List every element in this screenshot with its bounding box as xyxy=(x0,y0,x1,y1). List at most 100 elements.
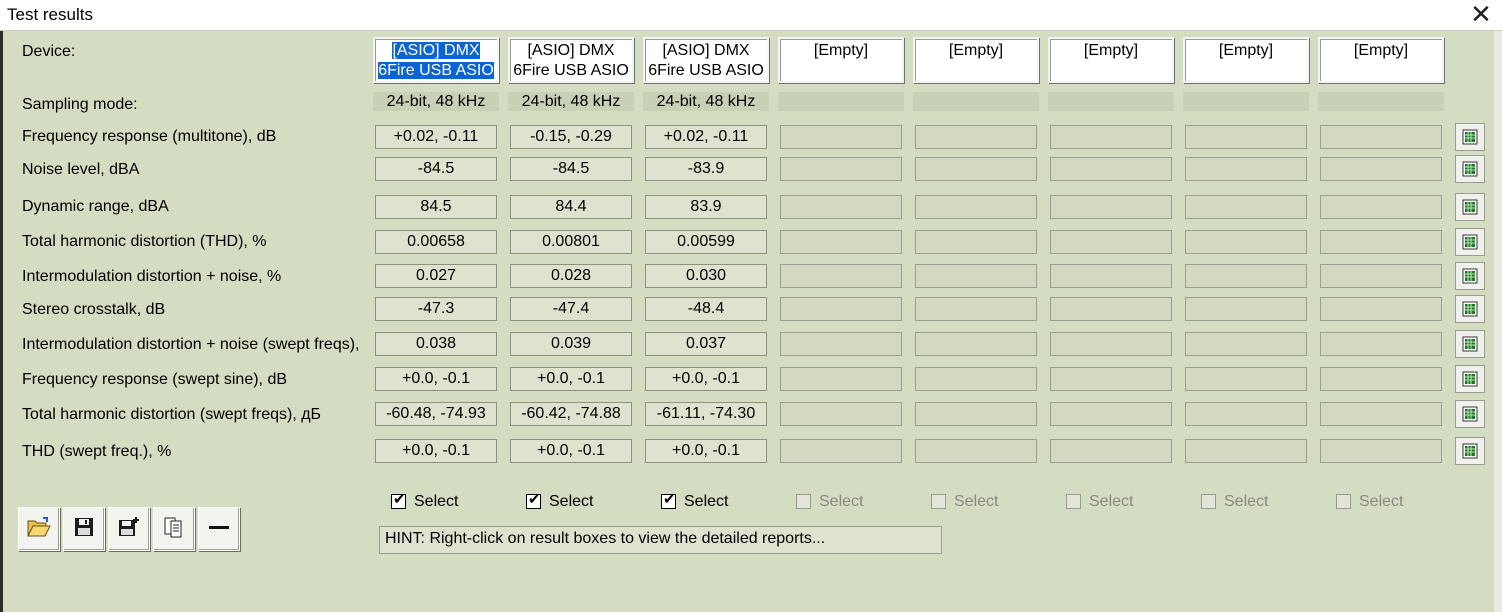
select-checkbox[interactable]: ✔ Select xyxy=(526,492,593,511)
result-cell[interactable] xyxy=(1050,402,1172,426)
result-cell[interactable] xyxy=(1320,157,1442,181)
result-cell[interactable] xyxy=(1320,230,1442,254)
result-cell[interactable]: 83.9 xyxy=(645,195,767,219)
result-cell[interactable] xyxy=(780,367,902,391)
result-cell[interactable] xyxy=(915,125,1037,149)
result-cell[interactable]: 84.4 xyxy=(510,195,632,219)
result-cell[interactable]: +0.0, -0.1 xyxy=(510,367,632,391)
result-cell[interactable] xyxy=(1185,297,1307,321)
result-cell[interactable]: +0.0, -0.1 xyxy=(645,367,767,391)
result-cell[interactable]: 0.030 xyxy=(645,264,767,288)
result-cell[interactable]: -0.15, -0.29 xyxy=(510,125,632,149)
result-cell[interactable]: -48.4 xyxy=(645,297,767,321)
result-cell[interactable] xyxy=(1185,157,1307,181)
device-box[interactable]: [Empty] xyxy=(1318,37,1444,83)
save-button[interactable] xyxy=(63,507,105,551)
result-cell[interactable] xyxy=(1050,195,1172,219)
result-cell[interactable] xyxy=(915,332,1037,356)
result-cell[interactable] xyxy=(1185,439,1307,463)
result-cell[interactable] xyxy=(780,297,902,321)
result-cell[interactable]: -84.5 xyxy=(375,157,497,181)
result-cell[interactable] xyxy=(1185,367,1307,391)
graph-button[interactable] xyxy=(1455,365,1485,393)
select-checkbox[interactable]: Select xyxy=(1336,493,1403,511)
result-cell[interactable]: 0.00599 xyxy=(645,230,767,254)
result-cell[interactable] xyxy=(1050,367,1172,391)
device-box[interactable]: [Empty] xyxy=(1183,37,1309,83)
result-cell[interactable] xyxy=(780,125,902,149)
copy-button[interactable] xyxy=(153,507,195,551)
result-cell[interactable]: 0.039 xyxy=(510,332,632,356)
result-cell[interactable]: +0.02, -0.11 xyxy=(375,125,497,149)
graph-button[interactable] xyxy=(1455,123,1485,151)
remove-button[interactable] xyxy=(198,507,240,551)
open-button[interactable] xyxy=(18,507,60,551)
result-cell[interactable]: 0.00658 xyxy=(375,230,497,254)
checkbox-box[interactable]: ✔ xyxy=(391,492,406,510)
graph-button[interactable] xyxy=(1455,437,1485,465)
device-box[interactable]: [ASIO] DMX 6Fire USB ASIO xyxy=(373,37,499,83)
result-cell[interactable] xyxy=(780,230,902,254)
result-cell[interactable] xyxy=(1320,125,1442,149)
result-cell[interactable] xyxy=(1320,195,1442,219)
result-cell[interactable] xyxy=(780,157,902,181)
result-cell[interactable]: +0.02, -0.11 xyxy=(645,125,767,149)
checkbox-box[interactable] xyxy=(1066,494,1081,510)
checkbox-box[interactable]: ✔ xyxy=(526,492,541,510)
checkbox-box[interactable] xyxy=(1201,494,1216,510)
result-cell[interactable]: 84.5 xyxy=(375,195,497,219)
checkbox-box[interactable]: ✔ xyxy=(661,492,676,510)
graph-button[interactable] xyxy=(1455,155,1485,183)
result-cell[interactable] xyxy=(1050,332,1172,356)
device-box[interactable]: [Empty] xyxy=(1048,37,1174,83)
graph-button[interactable] xyxy=(1455,262,1485,290)
result-cell[interactable] xyxy=(1185,264,1307,288)
result-cell[interactable] xyxy=(1185,230,1307,254)
result-cell[interactable] xyxy=(915,157,1037,181)
result-cell[interactable] xyxy=(1050,157,1172,181)
result-cell[interactable] xyxy=(1050,297,1172,321)
device-box[interactable]: [ASIO] DMX 6Fire USB ASIO xyxy=(508,37,634,83)
result-cell[interactable] xyxy=(915,230,1037,254)
close-button[interactable]: ✕ xyxy=(1468,1,1494,28)
save-as-button[interactable] xyxy=(108,507,150,551)
result-cell[interactable] xyxy=(1050,439,1172,463)
select-checkbox[interactable]: ✔ Select xyxy=(661,492,728,511)
result-cell[interactable]: -47.4 xyxy=(510,297,632,321)
checkbox-box[interactable] xyxy=(1336,494,1351,510)
result-cell[interactable] xyxy=(1320,264,1442,288)
result-cell[interactable]: +0.0, -0.1 xyxy=(375,367,497,391)
result-cell[interactable] xyxy=(1320,402,1442,426)
result-cell[interactable] xyxy=(1050,230,1172,254)
result-cell[interactable] xyxy=(915,297,1037,321)
result-cell[interactable] xyxy=(780,402,902,426)
result-cell[interactable] xyxy=(915,195,1037,219)
result-cell[interactable] xyxy=(915,439,1037,463)
result-cell[interactable] xyxy=(780,264,902,288)
result-cell[interactable] xyxy=(1185,332,1307,356)
graph-button[interactable] xyxy=(1455,295,1485,323)
result-cell[interactable] xyxy=(1185,195,1307,219)
result-cell[interactable] xyxy=(915,264,1037,288)
select-checkbox[interactable]: Select xyxy=(1201,493,1268,511)
select-checkbox[interactable]: Select xyxy=(1066,493,1133,511)
result-cell[interactable]: +0.0, -0.1 xyxy=(510,439,632,463)
result-cell[interactable] xyxy=(1185,402,1307,426)
result-cell[interactable] xyxy=(915,402,1037,426)
result-cell[interactable] xyxy=(780,332,902,356)
select-checkbox[interactable]: Select xyxy=(796,493,863,511)
graph-button[interactable] xyxy=(1455,193,1485,221)
result-cell[interactable]: -60.42, -74.88 xyxy=(510,402,632,426)
result-cell[interactable]: 0.00801 xyxy=(510,230,632,254)
graph-button[interactable] xyxy=(1455,330,1485,358)
result-cell[interactable] xyxy=(1320,297,1442,321)
checkbox-box[interactable] xyxy=(931,494,946,510)
result-cell[interactable]: 0.037 xyxy=(645,332,767,356)
result-cell[interactable]: 0.038 xyxy=(375,332,497,356)
result-cell[interactable] xyxy=(1320,439,1442,463)
result-cell[interactable]: +0.0, -0.1 xyxy=(645,439,767,463)
device-box[interactable]: [Empty] xyxy=(778,37,904,83)
result-cell[interactable] xyxy=(780,439,902,463)
result-cell[interactable] xyxy=(915,367,1037,391)
device-box[interactable]: [Empty] xyxy=(913,37,1039,83)
